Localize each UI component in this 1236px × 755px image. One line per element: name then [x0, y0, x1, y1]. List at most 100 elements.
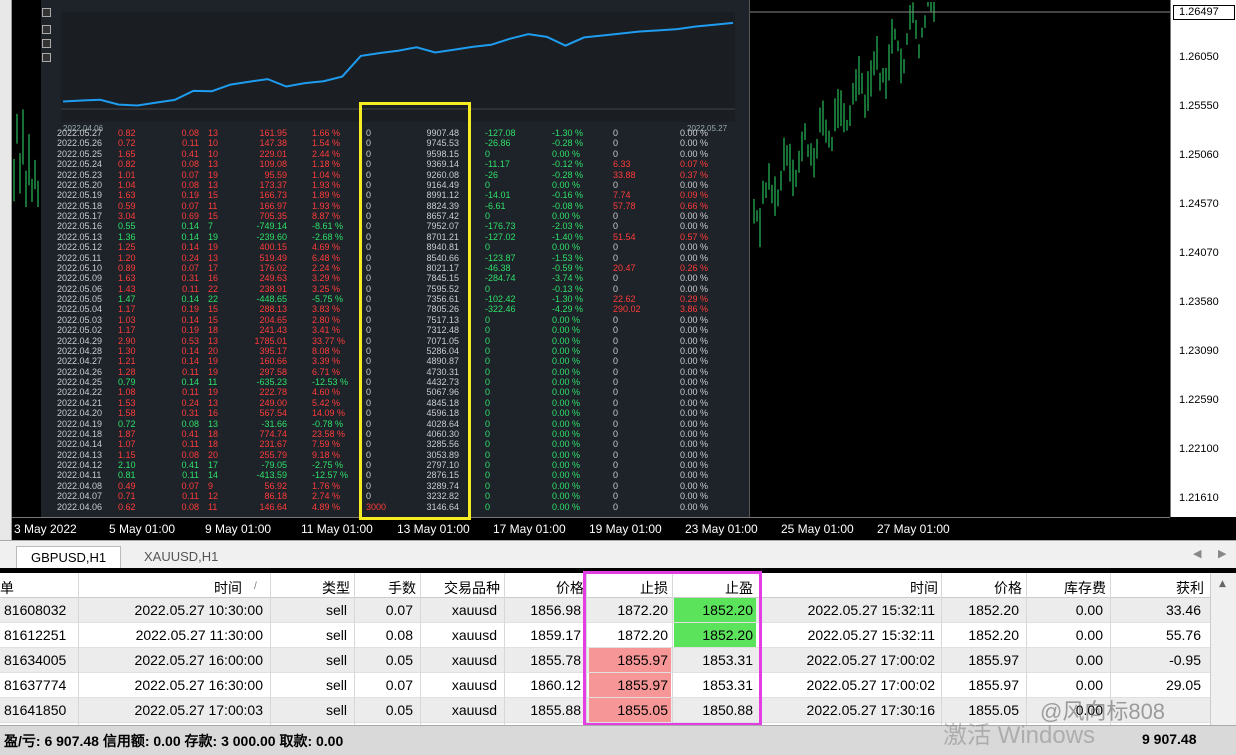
cell-profit: 55.76	[1165, 627, 1201, 643]
report-date: 2022.05.25	[57, 148, 103, 159]
author-watermark: @风向标808	[1040, 699, 1166, 724]
report-cell-h: 0	[485, 211, 491, 221]
report-cell-b: 0.14	[181, 221, 199, 232]
report-cell-d: 166.73	[259, 190, 287, 201]
report-cell-b: 0.41	[181, 460, 199, 470]
report-cell-i: 0.00 %	[552, 387, 581, 398]
col-symbol-header[interactable]: 交易品种	[430, 578, 500, 598]
report-tool-icon[interactable]	[42, 8, 51, 17]
report-cell-a: 3.04	[118, 211, 136, 221]
report-cell-d: 86.18	[264, 491, 287, 502]
report-cell-h: 0	[485, 356, 491, 367]
report-cell-c: 19	[208, 366, 219, 377]
time-tick-label: 5 May 01:00	[109, 522, 176, 536]
price-chart[interactable]: 1.26497 1.26050 1.25550 1.25060 1.24570 1.24…	[0, 0, 1236, 540]
cell-open-price: 1855.88	[530, 702, 581, 718]
report-tool-icon[interactable]	[42, 39, 51, 48]
report-cell-c: 13	[208, 335, 219, 346]
report-cell-k: 0.00 %	[680, 128, 709, 138]
col-open-price-header[interactable]: 价格	[530, 578, 584, 598]
report-cell-c: 18	[208, 428, 219, 439]
report-cell-h: -14.01	[485, 190, 511, 201]
report-cell-h: 0	[485, 480, 491, 491]
cell-close-price: 1855.97	[968, 677, 1019, 693]
report-cell-k: 0.00 %	[680, 418, 709, 429]
report-cell-k: 0.00 %	[680, 221, 709, 232]
report-cell-c: 11	[208, 501, 218, 512]
report-cell-e: 1.18 %	[312, 159, 341, 170]
price-tick-label: 1.22590	[1179, 394, 1219, 406]
cell-open-time: 2022.05.27 17:00:03	[134, 702, 263, 718]
report-cell-k: 0.00 %	[680, 252, 709, 263]
report-cell-d: 147.38	[259, 138, 287, 149]
report-date: 2022.04.13	[57, 449, 103, 460]
col-order-header[interactable]: 单	[0, 578, 14, 598]
report-cell-i: 0.00 %	[552, 470, 581, 481]
report-cell-j: 0	[613, 221, 619, 232]
col-open-time-header[interactable]: 时间	[180, 578, 242, 598]
tab-gbpusd[interactable]: GBPUSD,H1	[16, 546, 122, 568]
cell-volume: 0.07	[385, 602, 413, 618]
cell-open-time: 2022.05.27 10:30:00	[134, 602, 263, 618]
column-divider	[354, 573, 355, 725]
report-cell-d: -31.66	[261, 418, 287, 429]
cell-type: sell	[325, 652, 347, 668]
col-close-time-header[interactable]: 时间	[880, 578, 938, 598]
report-date: 2022.04.27	[57, 356, 103, 367]
report-cell-b: 0.11	[182, 470, 199, 481]
report-cell-i: 0.00 %	[552, 148, 581, 159]
report-tool-icon[interactable]	[42, 25, 51, 34]
report-cell-e: 2.80 %	[312, 314, 341, 325]
column-divider	[504, 573, 505, 725]
report-cell-e: 1.04 %	[312, 169, 341, 180]
report-cell-e: 5.42 %	[312, 397, 341, 408]
col-volume-header[interactable]: 手数	[370, 578, 416, 598]
price-tick-label: 1.24070	[1179, 247, 1219, 259]
price-axis: 1.26497 1.26050 1.25550 1.25060 1.24570 1.24…	[1170, 0, 1236, 517]
table-vertical-scrollbar[interactable]: ▲	[1210, 573, 1236, 725]
report-cell-e: -5.75 %	[312, 294, 344, 304]
col-profit-header[interactable]: 获利	[1150, 578, 1204, 598]
report-cell-c: 19	[208, 242, 219, 253]
report-cell-e: 3.83 %	[312, 304, 341, 315]
report-cell-a: 0.62	[118, 501, 136, 512]
report-cell-k: 0.00 %	[680, 211, 709, 221]
report-cell-k: 0.37 %	[680, 169, 709, 180]
account-summary: 盈/亏: 6 907.48 信用额: 0.00 存款: 3 000.00 取款:…	[4, 733, 344, 749]
report-cell-i: 0.00 %	[552, 335, 581, 346]
report-cell-e: 6.48 %	[312, 252, 341, 263]
report-cell-h: 0	[485, 460, 491, 470]
report-cell-k: 3.86 %	[680, 304, 709, 315]
report-cell-h: -26.86	[485, 138, 511, 149]
cell-swap: 0.00	[1075, 652, 1103, 668]
report-cell-a: 1.28	[118, 366, 136, 377]
tab-scroll-left-icon[interactable]: ◀	[1193, 547, 1201, 560]
report-cell-a: 0.82	[118, 159, 136, 170]
report-cell-e: 1.93 %	[312, 200, 341, 211]
report-cell-a: 1.30	[118, 345, 136, 356]
report-cell-d: 176.02	[259, 262, 287, 273]
report-cell-i: 0.00 %	[552, 408, 581, 419]
report-date: 2022.04.22	[57, 387, 103, 398]
time-tick-label: 19 May 01:00	[589, 522, 662, 536]
report-cell-k: 0.00 %	[680, 460, 709, 470]
report-cell-h: -46.38	[485, 262, 511, 273]
scroll-up-icon[interactable]: ▲	[1219, 579, 1226, 589]
report-cell-d: 222.78	[259, 387, 287, 398]
report-cell-e: -0.78 %	[312, 418, 344, 429]
report-cell-c: 16	[208, 273, 219, 284]
column-divider	[420, 573, 421, 725]
tab-scroll-right-icon[interactable]: ▶	[1218, 547, 1226, 560]
report-cell-j: 33.88	[613, 169, 636, 180]
col-swap-header[interactable]: 库存费	[1050, 578, 1106, 598]
report-cell-i: 0.00 %	[552, 418, 581, 429]
col-close-price-header[interactable]: 价格	[970, 578, 1022, 598]
col-type-header[interactable]: 类型	[300, 578, 350, 598]
report-cell-j: 0	[613, 428, 619, 439]
report-cell-d: 249.00	[259, 397, 287, 408]
report-cell-j: 0	[613, 179, 619, 190]
report-tool-icon[interactable]	[42, 53, 51, 62]
tab-xauusd[interactable]: XAUUSD,H1	[130, 546, 233, 568]
report-cell-h: -102.42	[485, 294, 516, 304]
report-cell-k: 0.29 %	[680, 294, 709, 304]
